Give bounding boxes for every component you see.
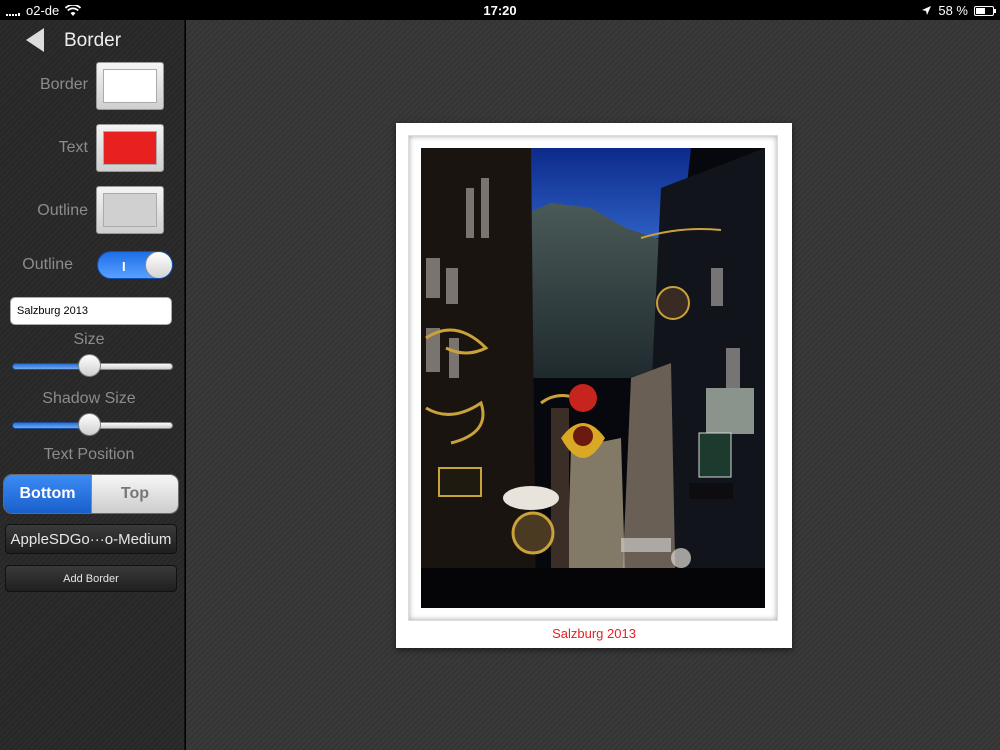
slider-thumb[interactable] [78, 413, 101, 436]
status-left: o2-de [6, 3, 82, 18]
slider-thumb[interactable] [78, 354, 101, 377]
nav-bar: Border [0, 20, 185, 60]
outline-toggle-label: Outline [22, 256, 73, 273]
clock: 17:20 [483, 3, 517, 18]
slider-track-empty [89, 422, 173, 429]
border-color-label: Border [39, 76, 88, 93]
battery-icon [974, 5, 996, 16]
outline-color-swatch[interactable] [96, 186, 164, 234]
battery-percentage: 58 % [938, 3, 968, 18]
nav-title: Border [64, 30, 122, 51]
border-color-fill [103, 69, 157, 103]
outline-color-fill [103, 193, 157, 227]
text-position-segmented-control: Bottom Top [3, 474, 179, 514]
segment-top[interactable]: Top [91, 475, 178, 513]
size-slider[interactable] [12, 354, 173, 378]
slider-track-empty [89, 363, 173, 370]
signal-strength-icon [6, 6, 20, 16]
toggle-on-glyph: I [122, 259, 126, 274]
border-color-swatch[interactable] [96, 62, 164, 110]
status-bar: o2-de 17:20 58 % [0, 0, 1000, 20]
segment-bottom[interactable]: Bottom [4, 475, 91, 513]
back-arrow-icon[interactable] [26, 28, 44, 52]
text-color-label: Text [58, 139, 88, 156]
status-right: 58 % [921, 3, 996, 18]
wifi-icon [65, 4, 82, 16]
outline-color-label: Outline [37, 202, 88, 219]
street-scene-image [421, 148, 765, 608]
size-slider-label: Size [73, 331, 105, 348]
text-position-label: Text Position [43, 446, 135, 463]
shadow-size-slider-label: Shadow Size [42, 390, 136, 407]
outline-toggle-switch[interactable]: I [97, 251, 173, 279]
battery-level [976, 7, 986, 14]
toggle-knob [145, 252, 172, 278]
photo-caption: Salzburg 2013 [552, 626, 636, 641]
text-color-swatch[interactable] [96, 124, 164, 172]
location-arrow-icon [922, 6, 932, 15]
text-color-fill [103, 131, 157, 165]
carrier-label: o2-de [26, 3, 60, 18]
caption-text-input[interactable] [10, 297, 172, 325]
bordered-photo-frame: Salzburg 2013 [396, 123, 792, 648]
salzburg-street-photo [421, 148, 765, 608]
photo-outline [408, 135, 778, 621]
settings-sidebar: Border Border Text Outline Outline I Siz… [0, 20, 185, 750]
add-border-button[interactable]: Add Border [5, 565, 177, 592]
preview-canvas: Salzburg 2013 [186, 20, 1000, 750]
font-select-button[interactable]: AppleSDGo···o-Medium [5, 524, 177, 554]
shadow-size-slider[interactable] [12, 413, 173, 437]
